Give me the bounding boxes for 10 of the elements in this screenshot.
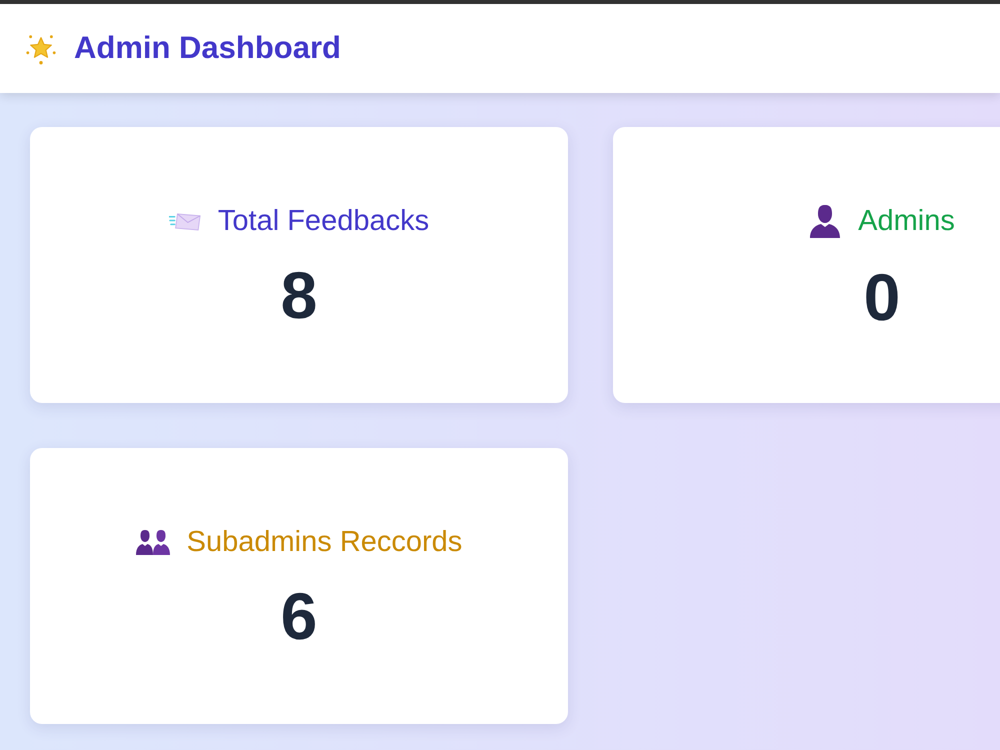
stat-label: Admins [858, 206, 955, 236]
stat-label: Subadmins Reccords [186, 528, 462, 556]
person-icon [809, 204, 842, 238]
stat-value: 8 [280, 262, 318, 328]
dashboard-title: Admin Dashboard [74, 29, 341, 68]
stat-label: Total Feedbacks [218, 206, 430, 236]
envelope-icon [168, 212, 201, 230]
stat-value: 6 [280, 582, 318, 648]
people-icon [136, 529, 170, 555]
stat-value: 0 [864, 264, 900, 330]
